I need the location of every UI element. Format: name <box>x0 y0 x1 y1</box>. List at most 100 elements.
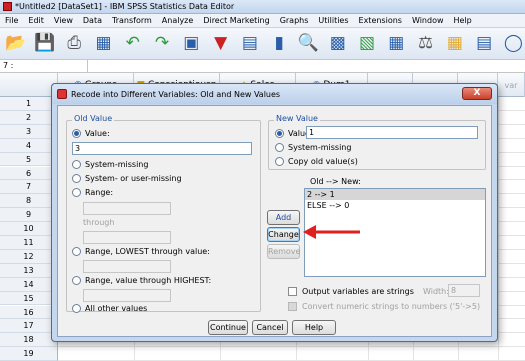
new-system-missing-radio[interactable]: System-missing <box>275 143 351 152</box>
value-labels-icon[interactable]: ▤ <box>473 32 496 56</box>
old-value-radio[interactable]: Value: <box>72 129 110 138</box>
open-folder-icon[interactable]: 📂 <box>4 32 27 56</box>
row-header[interactable]: 18 <box>0 333 58 348</box>
grid-line <box>58 346 525 348</box>
menu-bar: File Edit View Data Transform Analyze Di… <box>0 14 525 28</box>
help-button[interactable]: Help <box>292 320 336 335</box>
list-item[interactable]: ELSE --> 0 <box>305 200 485 211</box>
width-label: Width: <box>423 287 449 296</box>
row-header[interactable]: 7 <box>0 180 58 195</box>
row-header[interactable]: 11 <box>0 236 58 250</box>
dialog-recall-icon[interactable]: ▦ <box>92 32 115 56</box>
dialog-body: Old Value Value: 3 System-missing System… <box>57 105 492 337</box>
menu-utilities[interactable]: Utilities <box>313 16 353 25</box>
row-header[interactable]: 10 <box>0 222 58 236</box>
menu-analyze[interactable]: Analyze <box>157 16 199 25</box>
weight-cases-icon[interactable]: ⚖ <box>414 32 437 56</box>
row-header[interactable]: 17 <box>0 319 58 334</box>
old-system-missing-radio[interactable]: System-missing <box>72 160 148 169</box>
insert-cases-icon[interactable]: ▩ <box>326 32 349 56</box>
output-strings-checkbox[interactable]: Output variables are strings <box>288 287 414 296</box>
recode-dialog: Recode into Different Variables: Old and… <box>51 83 498 342</box>
all-other-values-radio[interactable]: All other values <box>72 304 147 313</box>
redo-icon[interactable]: ↷ <box>150 32 173 56</box>
menu-window[interactable]: Window <box>407 16 449 25</box>
grid-column-line <box>498 97 499 361</box>
add-button[interactable]: Add <box>267 210 300 225</box>
undo-icon[interactable]: ↶ <box>121 32 144 56</box>
select-cases-icon[interactable]: ▦ <box>443 32 466 56</box>
width-input[interactable]: 8 <box>448 284 480 297</box>
print-icon[interactable]: ⎙ <box>63 32 86 56</box>
checkbox-icon <box>288 302 297 311</box>
list-item[interactable]: 2 --> 1 <box>305 189 485 200</box>
variables-icon[interactable]: ▤ <box>238 32 261 56</box>
close-button[interactable]: X <box>462 87 492 100</box>
window-title: *Untitled2 [DataSet1] - IBM SPSS Statist… <box>15 2 235 11</box>
use-sets-icon[interactable]: ◯ <box>502 32 525 56</box>
annotation-arrow-icon <box>303 225 360 239</box>
cancel-button[interactable]: Cancel <box>252 320 288 335</box>
radio-selected-icon <box>275 129 284 138</box>
menu-data[interactable]: Data <box>78 16 107 25</box>
spss-app-icon <box>3 2 12 11</box>
range-from-input[interactable] <box>83 202 171 215</box>
radio-selected-icon <box>72 129 81 138</box>
row-header[interactable]: 15 <box>0 291 58 306</box>
remove-button[interactable]: Remove <box>267 244 300 259</box>
menu-file[interactable]: File <box>0 16 23 25</box>
menu-transform[interactable]: Transform <box>107 16 157 25</box>
row-header[interactable]: 9 <box>0 208 58 223</box>
range-lowest-radio[interactable]: Range, LOWEST through value: <box>72 247 210 256</box>
old-new-label: Old --> New: <box>310 177 361 186</box>
change-button[interactable]: Change <box>267 227 300 242</box>
run-descriptive-icon[interactable]: ▮ <box>268 32 291 56</box>
row-header[interactable]: 6 <box>0 166 58 181</box>
row-header[interactable]: 4 <box>0 138 58 153</box>
old-range-radio[interactable]: Range: <box>72 188 113 197</box>
convert-numeric-checkbox[interactable]: Convert numeric strings to numbers ('5'-… <box>288 302 480 311</box>
row-header[interactable]: 12 <box>0 249 58 264</box>
menu-view[interactable]: View <box>49 16 78 25</box>
column-header[interactable]: var <box>498 73 525 97</box>
continue-button[interactable]: Continue <box>208 320 248 335</box>
save-icon[interactable]: 💾 <box>33 32 56 56</box>
insert-variable-icon[interactable]: ▧ <box>355 32 378 56</box>
toolbar: 📂 💾 ⎙ ▦ ↶ ↷ ▣ ▼ ▤ ▮ 🔍 ▩ ▧ ▦ ⚖ ▦ ▤ ◯ <box>0 28 525 60</box>
row-header[interactable]: 3 <box>0 124 58 139</box>
row-header[interactable]: 8 <box>0 194 58 209</box>
menu-edit[interactable]: Edit <box>23 16 49 25</box>
recode-icon <box>57 89 67 99</box>
dialog-title-bar: Recode into Different Variables: Old and… <box>52 84 497 104</box>
cell-reference[interactable]: 7 : <box>0 60 88 72</box>
menu-graphs[interactable]: Graphs <box>275 16 314 25</box>
row-header[interactable]: 5 <box>0 152 58 167</box>
row-header[interactable]: 1 <box>0 97 58 111</box>
menu-direct-marketing[interactable]: Direct Marketing <box>198 16 274 25</box>
row-header[interactable]: 19 <box>0 347 58 361</box>
goto-variable-icon[interactable]: ▼ <box>209 32 232 56</box>
split-file-icon[interactable]: ▦ <box>385 32 408 56</box>
corner-cell <box>0 73 58 97</box>
range-highest-radio[interactable]: Range, value through HIGHEST: <box>72 276 211 285</box>
row-header[interactable]: 13 <box>0 263 58 278</box>
old-value-input[interactable]: 3 <box>72 142 252 155</box>
row-header[interactable]: 2 <box>0 110 58 125</box>
row-header[interactable]: 16 <box>0 305 58 320</box>
row-header[interactable]: 14 <box>0 277 58 292</box>
new-value-input[interactable]: 1 <box>306 126 478 139</box>
menu-extensions[interactable]: Extensions <box>354 16 407 25</box>
dialog-title: Recode into Different Variables: Old and… <box>71 89 281 99</box>
range-to-input[interactable] <box>83 231 171 244</box>
checkbox-icon <box>288 287 297 296</box>
range-lowest-input[interactable] <box>83 260 171 273</box>
old-value-title: Old Value <box>72 114 115 123</box>
menu-help[interactable]: Help <box>449 16 477 25</box>
old-system-user-missing-radio[interactable]: System- or user-missing <box>72 174 182 183</box>
copy-old-values-radio[interactable]: Copy old value(s) <box>275 157 358 166</box>
find-icon[interactable]: 🔍 <box>297 32 320 56</box>
through-label: through <box>83 218 115 227</box>
range-highest-input[interactable] <box>83 289 171 302</box>
new-value-title: New Value <box>274 114 320 123</box>
goto-case-icon[interactable]: ▣ <box>180 32 203 56</box>
